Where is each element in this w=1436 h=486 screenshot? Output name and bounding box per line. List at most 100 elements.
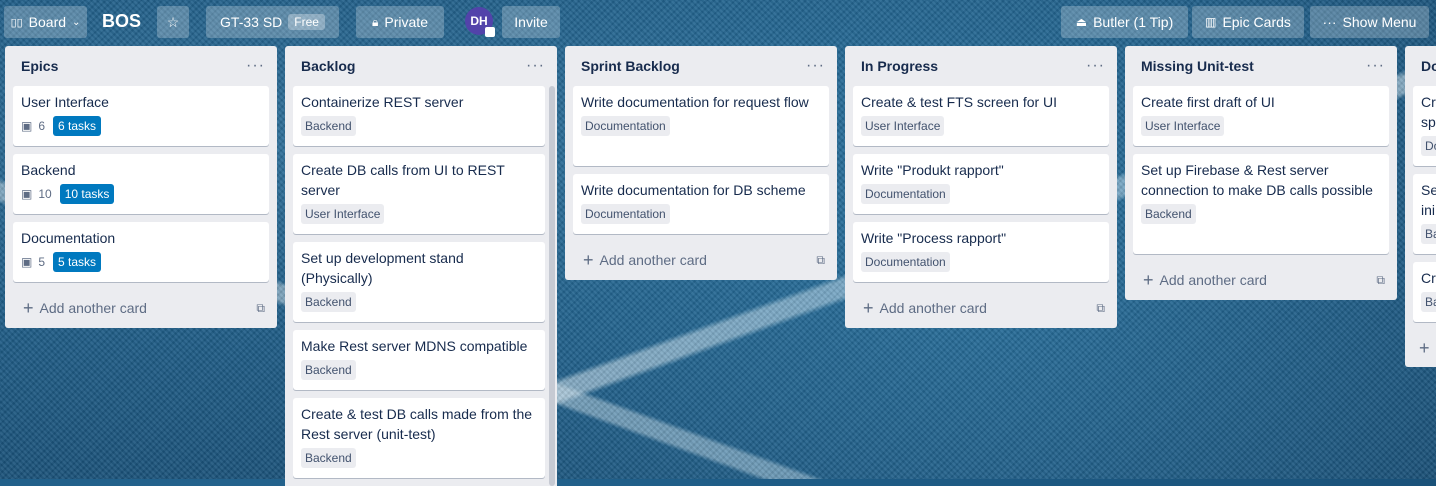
plus-icon: + <box>1419 338 1430 358</box>
template-icon[interactable]: ⧉ <box>816 253 825 268</box>
card[interactable]: Write documentation for DB scheme Docume… <box>573 174 829 234</box>
card-title: Cr sp <box>1421 94 1436 130</box>
card[interactable]: Containerize REST server Backend <box>293 86 545 146</box>
epic-cards-label: Epic Cards <box>1222 14 1291 30</box>
card[interactable]: Cr sp Do <box>1413 86 1436 166</box>
invite-button[interactable]: Invite <box>502 6 560 38</box>
team-label: GT-33 SD <box>220 14 283 30</box>
card-title: Create & test FTS screen for UI <box>861 94 1058 110</box>
card-title: Create & test DB calls made from the Res… <box>301 406 533 442</box>
card-title: Containerize REST server <box>301 94 464 110</box>
card[interactable]: Write documentation for request flow Doc… <box>573 86 829 166</box>
card[interactable]: Write "Produkt rapport" Documentation <box>853 154 1109 214</box>
template-icon[interactable]: ⧉ <box>1376 273 1385 288</box>
card-label: Backend <box>1141 204 1196 224</box>
card-title: User Interface <box>21 94 109 110</box>
card-label: Backend <box>301 116 356 136</box>
plus-icon: + <box>583 250 594 270</box>
add-card-button[interactable]: + Add another card ⧉ <box>5 290 277 326</box>
card-title: Write documentation for DB scheme <box>581 182 806 198</box>
list-menu-icon[interactable]: ··· <box>1366 57 1385 75</box>
list-title[interactable]: Missing Unit-test <box>1141 58 1254 74</box>
list-menu-icon[interactable]: ··· <box>526 57 545 75</box>
team-button[interactable]: GT-33 SD Free <box>206 6 339 38</box>
card[interactable]: Create & test FTS screen for UI User Int… <box>853 86 1109 146</box>
card-title: Write "Process rapport" <box>861 230 1007 246</box>
card[interactable]: Create & test DB calls made from the Res… <box>293 398 545 478</box>
add-card-button[interactable]: + Add another card ⧉ <box>565 242 837 278</box>
list-title[interactable]: Do <box>1421 58 1436 74</box>
list-title[interactable]: Epics <box>21 58 58 74</box>
card[interactable]: Set up development stand (Physically) Ba… <box>293 242 545 322</box>
card-label: Ba <box>1421 292 1436 312</box>
card-title: Set up Firebase & Rest server connection… <box>1141 162 1373 198</box>
avatar[interactable]: DH <box>465 7 495 37</box>
ellipsis-icon: ··· <box>1322 14 1337 30</box>
list-menu-icon[interactable]: ··· <box>1086 57 1105 75</box>
card[interactable]: Create first draft of UI User Interface <box>1133 86 1389 146</box>
add-card-label: Add another card <box>879 300 987 316</box>
card-count: 10 <box>38 187 52 201</box>
card-label: Documentation <box>581 204 670 224</box>
card-label: Backend <box>301 292 356 312</box>
chart-icon: ▥ <box>1205 15 1217 29</box>
card[interactable]: Make Rest server MDNS compatible Backend <box>293 330 545 390</box>
card-title: Backend <box>21 162 76 178</box>
card[interactable]: Write "Process rapport" Documentation <box>853 222 1109 282</box>
add-card-button[interactable]: + Add another card ⧉ <box>1125 262 1397 298</box>
tasks-badge: 5 tasks <box>53 252 102 272</box>
list-title[interactable]: Sprint Backlog <box>581 58 680 74</box>
show-menu-button[interactable]: ··· Show Menu <box>1310 6 1429 38</box>
board-title[interactable]: BOS <box>102 11 141 32</box>
board-switch-button[interactable]: ▯▯ Board ⌄ <box>4 6 87 38</box>
card-label: Do <box>1421 136 1436 156</box>
list-menu-icon[interactable]: ··· <box>806 57 825 75</box>
card[interactable]: Cr Ba <box>1413 262 1436 322</box>
add-card-button[interactable]: + <box>1405 330 1436 366</box>
template-icon[interactable]: ⧉ <box>1096 301 1105 316</box>
list-header: Epics ··· <box>5 46 277 86</box>
list-title[interactable]: Backlog <box>301 58 355 74</box>
admin-badge-icon <box>485 27 495 37</box>
list-title[interactable]: In Progress <box>861 58 938 74</box>
visibility-button[interactable]: 🔒︎ Private <box>356 6 444 38</box>
card[interactable]: Backend ▣ 10 10 tasks <box>13 154 269 214</box>
list-menu-icon[interactable]: ··· <box>246 57 265 75</box>
visibility-label: Private <box>384 14 428 30</box>
template-icon[interactable]: ⧉ <box>256 301 265 316</box>
board-header: ▯▯ Board ⌄ BOS ☆ GT-33 SD Free 🔒︎ Privat… <box>0 0 1436 44</box>
list-header: Sprint Backlog ··· <box>565 46 837 86</box>
card-title: Make Rest server MDNS compatible <box>301 338 528 354</box>
star-button[interactable]: ☆ <box>157 6 189 38</box>
card-label: Backend <box>301 360 356 380</box>
card-title: Write "Produkt rapport" <box>861 162 1004 178</box>
card[interactable]: User Interface ▣ 6 6 tasks <box>13 86 269 146</box>
add-card-button[interactable]: + Add another card ⧉ <box>845 290 1117 326</box>
card-title: Set up development stand (Physically) <box>301 250 464 286</box>
card-title: Documentation <box>21 230 116 246</box>
list-backlog: Backlog ··· Containerize REST server Bac… <box>285 46 557 486</box>
card[interactable]: Set up Firebase & Rest server connection… <box>1133 154 1389 254</box>
card-label: User Interface <box>861 116 945 136</box>
list-missing-unit-test: Missing Unit-test ··· Create first draft… <box>1125 46 1397 300</box>
description-icon: ▣ <box>21 255 33 269</box>
card[interactable]: Documentation ▣ 5 5 tasks <box>13 222 269 282</box>
card[interactable]: Create DB calls from UI to REST server U… <box>293 154 545 234</box>
card[interactable]: Se ini Ba <box>1413 174 1436 254</box>
list-header: In Progress ··· <box>845 46 1117 86</box>
butler-button[interactable]: ⏏ Butler (1 Tip) <box>1061 6 1188 38</box>
lock-icon: 🔒︎ <box>372 14 379 29</box>
list-header: Do <box>1405 46 1436 86</box>
show-menu-label: Show Menu <box>1342 14 1417 30</box>
list-scrollbar[interactable] <box>549 86 555 486</box>
add-card-label: Add another card <box>39 300 147 316</box>
list-in-progress: In Progress ··· Create & test FTS screen… <box>845 46 1117 328</box>
list-header: Missing Unit-test ··· <box>1125 46 1397 86</box>
plus-icon: + <box>23 298 34 318</box>
card-title: Cr <box>1421 270 1436 286</box>
board-icon: ▯▯ <box>10 16 23 29</box>
epic-cards-button[interactable]: ▥ Epic Cards <box>1192 6 1304 38</box>
card-title: Create DB calls from UI to REST server <box>301 162 505 198</box>
plus-icon: + <box>863 298 874 318</box>
tasks-badge: 10 tasks <box>59 184 115 204</box>
